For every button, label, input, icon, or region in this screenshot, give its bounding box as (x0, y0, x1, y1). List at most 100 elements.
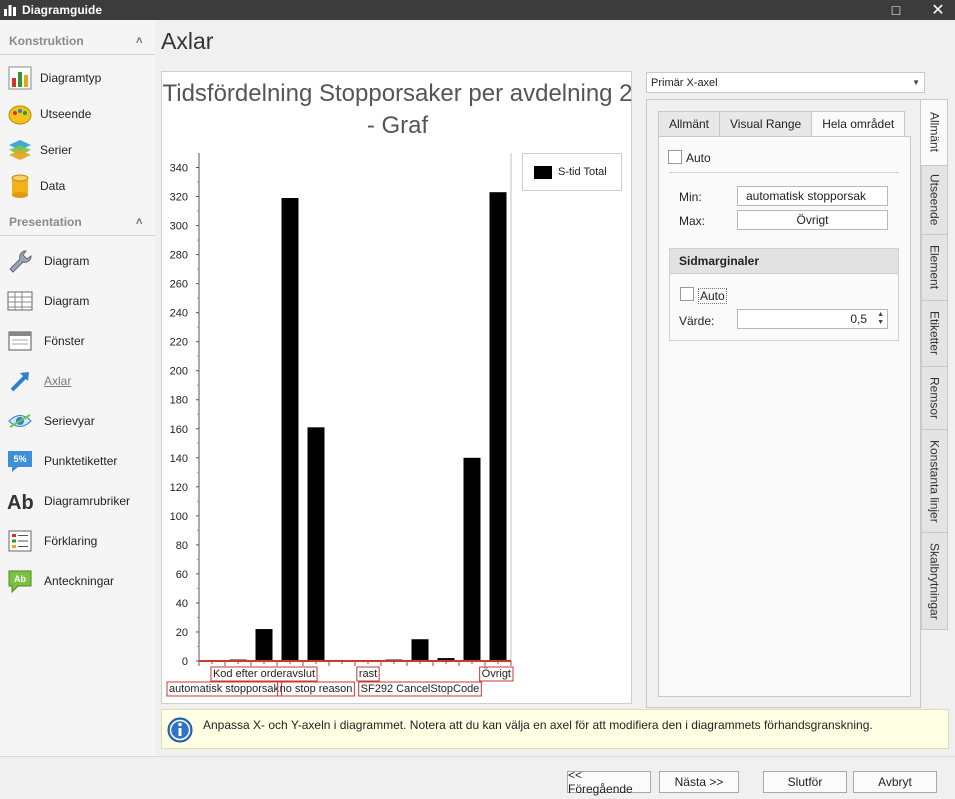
vtab-label: Remsor (927, 376, 942, 419)
vtab-skalbrytningar[interactable]: Skalbrytningar (921, 532, 948, 630)
vtab-allmant[interactable]: Allmänt (921, 99, 948, 166)
sidebar-item-diagramtyp[interactable]: Diagramtyp (0, 61, 155, 95)
sidebar-item-data[interactable]: Data (0, 169, 155, 203)
layers-icon (9, 140, 31, 160)
vtab-label: Konstanta linjer (927, 439, 942, 523)
spin-icons[interactable]: ▲ ▼ (877, 311, 884, 327)
margin-value-stepper[interactable]: 0,5 ▲ ▼ (737, 309, 888, 329)
divider (669, 172, 899, 173)
x-tick-label: Kod efter orderavslut (213, 668, 315, 680)
collapse-icon[interactable]: ˄ (136, 216, 142, 228)
sidebar-item-serier[interactable]: Serier (0, 133, 155, 167)
sidebar-item-utseende[interactable]: Utseende (0, 97, 155, 131)
margins-auto-checkbox[interactable] (680, 287, 694, 301)
sidebar-item-label: Serievyar (44, 414, 95, 428)
vtab-label: Etiketter (927, 311, 942, 356)
y-tick-label: 340 (170, 163, 188, 175)
text-ab-icon: Ab (7, 492, 34, 514)
tab-allmant[interactable]: Allmänt (658, 111, 721, 137)
margins-group (669, 273, 899, 341)
axis-select[interactable]: Primär X-axel ▼ (646, 72, 925, 93)
margin-value: 0,5 (850, 312, 867, 326)
database-icon (11, 174, 29, 198)
y-tick-label: 280 (170, 250, 188, 262)
min-label: Min: (679, 190, 702, 204)
maximize-button[interactable]: □ (881, 0, 911, 20)
sidebar-item-label: Axlar (44, 374, 72, 388)
sidebar-item-fonster[interactable]: Fönster (0, 324, 155, 358)
bar (255, 629, 273, 661)
bar (489, 192, 507, 661)
info-bar: Anpassa X- och Y-axeln i diagrammet. Not… (161, 709, 949, 749)
sidebar-item-label: Data (40, 179, 66, 193)
vtab-etiketter[interactable]: Etiketter (921, 300, 948, 367)
min-field[interactable]: automatisk stopporsak (737, 186, 888, 206)
tab-visual-range[interactable]: Visual Range (719, 111, 813, 137)
y-tick-label: 40 (176, 598, 188, 610)
y-tick-label: 100 (170, 511, 188, 523)
tab-row: Allmänt Visual Range Hela området (658, 111, 906, 137)
y-tick-label: 120 (170, 482, 188, 494)
divider (0, 756, 955, 757)
collapse-icon[interactable]: ˄ (136, 35, 142, 47)
spin-up-icon[interactable]: ▲ (877, 311, 884, 319)
chart-preview[interactable]: Tidsfördelning Stopporsaker per avdelnin… (161, 71, 633, 705)
sidebar-item-axlar[interactable]: Axlar (0, 364, 155, 398)
window-icon (8, 331, 32, 351)
vtab-remsor[interactable]: Remsor (921, 366, 948, 430)
vtab-element[interactable]: Element (921, 234, 948, 301)
finish-button[interactable]: Slutför (763, 771, 847, 793)
x-tick-label: automatisk stopporsak (169, 683, 280, 695)
palette-icon (8, 105, 32, 125)
note-icon: Ab (8, 570, 32, 594)
svg-text:Ab: Ab (14, 574, 26, 584)
sidebar-item-anteckningar[interactable]: Ab Anteckningar (0, 564, 155, 598)
max-field[interactable]: Övrigt (737, 210, 888, 230)
svg-text:5%: 5% (13, 454, 26, 464)
y-tick-label: 80 (176, 540, 188, 552)
tab-hela-omradet[interactable]: Hela området (811, 111, 906, 137)
section-konstruktion[interactable]: Konstruktion ˄ (0, 27, 155, 55)
section-presentation[interactable]: Presentation ˄ (0, 208, 155, 236)
spin-down-icon[interactable]: ▼ (877, 319, 884, 327)
bar-chart[interactable]: 0 20 40 60 80 100 120 140 160 180 200 220 240 260 280 3… (162, 72, 633, 705)
y-tick-label: 200 (170, 366, 188, 378)
y-tick-label: 180 (170, 395, 188, 407)
vtab-label: Utseende (927, 174, 942, 226)
sidebar-item-punktetiketter[interactable]: 5% Punktetiketter (0, 444, 155, 478)
close-button[interactable]: ✕ (923, 0, 953, 20)
auto-checkbox[interactable] (668, 150, 682, 164)
y-tick-label: 0 (182, 656, 188, 668)
y-tick-label: 300 (170, 221, 188, 233)
sidebar-item-diagram[interactable]: Diagram (0, 244, 155, 278)
grid-icon (7, 291, 33, 311)
chevron-down-icon[interactable]: ▼ (912, 78, 920, 87)
min-value: automatisk stopporsak (746, 189, 867, 203)
sidebar-item-label: Utseende (40, 107, 92, 121)
info-icon (167, 717, 193, 743)
cancel-button[interactable]: Avbryt (853, 771, 937, 793)
sidebar-item-diagramrubriker[interactable]: Ab Diagramrubriker (0, 484, 155, 518)
sidebar-item-label: Fönster (44, 334, 85, 348)
x-tick-label: no stop reason (280, 683, 353, 695)
sidebar-item-label: Diagramtyp (40, 71, 102, 85)
vtab-konstanta-linjer[interactable]: Konstanta linjer (921, 429, 948, 533)
sidebar-item-label: Punktetiketter (44, 454, 118, 468)
value-label: Värde: (679, 314, 715, 328)
section-label: Presentation (9, 214, 82, 229)
vtab-label: Element (927, 245, 942, 290)
vtab-utseende[interactable]: Utseende (921, 165, 948, 235)
sidebar-item-forklaring[interactable]: Förklaring (0, 524, 155, 558)
max-value: Övrigt (796, 213, 829, 227)
eye-icon (8, 414, 32, 428)
percent-label-icon: 5% (8, 451, 32, 472)
y-tick-label: 240 (170, 308, 188, 320)
auto-label: Auto (686, 151, 711, 165)
sidebar-item-label: Anteckningar (44, 574, 115, 588)
sidebar-item-serievyar[interactable]: Serievyar (0, 404, 155, 438)
previous-button[interactable]: << Föregående (567, 768, 651, 796)
next-button[interactable]: Nästa >> (659, 771, 739, 793)
wrench-icon (9, 250, 32, 273)
sidebar: Konstruktion ˄ Diagramtyp Utseende Serie… (0, 20, 155, 756)
sidebar-item-diagram-2[interactable]: Diagram (0, 284, 155, 318)
